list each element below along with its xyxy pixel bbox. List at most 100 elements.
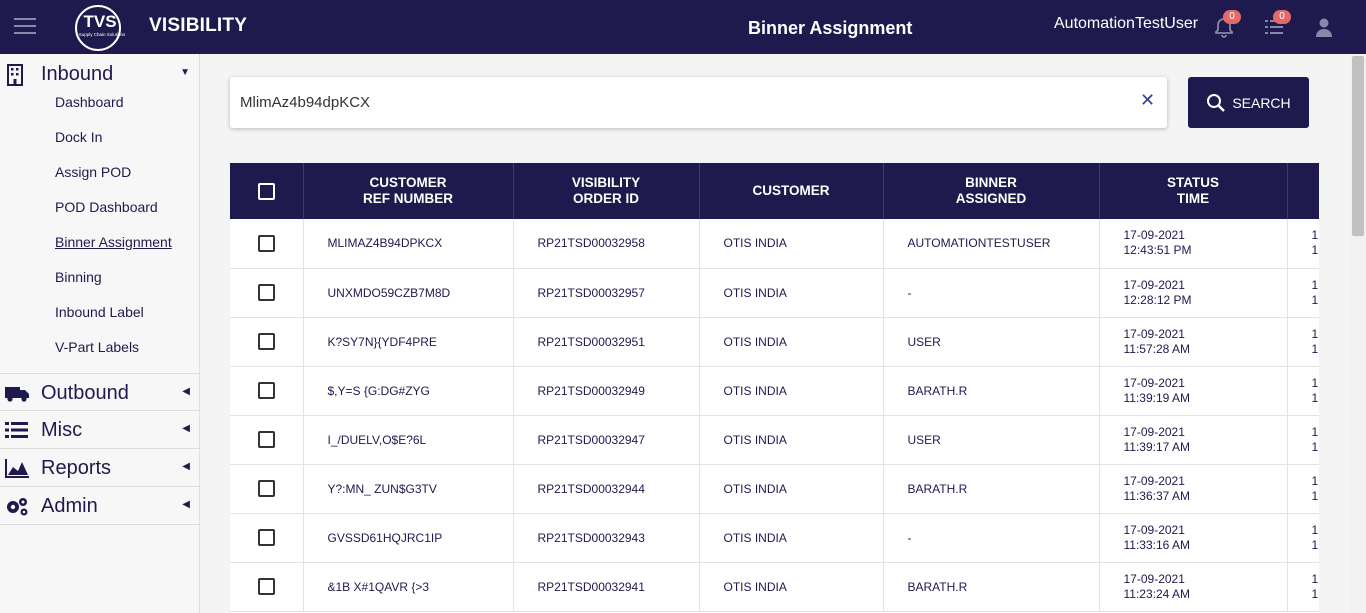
table-row[interactable]: $,Y=S {G:DG#ZYG RP21TSD00032949 OTIS IND… [230, 366, 1319, 416]
user-name[interactable]: AutomationTestUser [1054, 15, 1198, 33]
cell-customer-ref: MLIMAZ4B94DPKCX [303, 219, 514, 269]
sidebar-section-label: Admin [41, 495, 98, 517]
top-bar: TVS Supply Chain Solutions VISIBILITY Bi… [0, 0, 1366, 54]
cell-customer: OTIS INDIA [699, 464, 884, 514]
search-container: ✕ [230, 77, 1167, 128]
table-row[interactable]: MLIMAZ4B94DPKCX RP21TSD00032958 OTIS IND… [230, 219, 1319, 269]
search-icon [1207, 93, 1226, 112]
cell-status-time: 17-09-2021 11:23:24 AM [1099, 562, 1288, 612]
sidebar-section-label: Reports [41, 457, 112, 479]
table-row[interactable]: K?SY7N}{YDF4PRE RP21TSD00032951 OTIS IND… [230, 317, 1319, 367]
truck-icon [4, 382, 30, 404]
cell-status-time: 17-09-2021 11:39:17 AM [1099, 415, 1288, 465]
tvs-logo: TVS Supply Chain Solutions [72, 2, 128, 52]
select-all-checkbox[interactable] [257, 182, 275, 200]
row-checkbox[interactable] [257, 333, 275, 350]
column-header-status-time[interactable]: STATUS TIME [1099, 163, 1288, 219]
row-checkbox[interactable] [257, 234, 275, 252]
cell-order-id: RP21TSD00032941 [513, 562, 700, 612]
cell-status-time: 17-09-2021 12:43:51 PM [1099, 219, 1288, 269]
cell-customer-ref: &1B X#1QAVR {>3 [303, 562, 514, 612]
search-button[interactable]: SEARCH [1188, 77, 1309, 128]
sidebar-item-dock-in[interactable]: Dock In [55, 129, 102, 145]
sidebar-section-label: Inbound [41, 63, 114, 85]
cell-binner: AUTOMATIONTESTUSER [883, 219, 1100, 269]
notification-badge: 0 [1223, 10, 1241, 24]
user-avatar-icon[interactable] [1313, 16, 1335, 38]
close-icon[interactable]: ✕ [1140, 90, 1155, 111]
cell-extra: 11 [1287, 219, 1319, 269]
caret-left-icon: ◀ [182, 386, 190, 397]
caret-left-icon: ◀ [182, 423, 190, 434]
page-scrollbar[interactable] [1350, 54, 1366, 613]
cell-order-id: RP21TSD00032951 [513, 317, 700, 367]
task-list-icon[interactable]: 0 [1263, 10, 1291, 38]
building-icon [4, 63, 30, 86]
column-header-customer[interactable]: CUSTOMER [699, 163, 884, 219]
row-checkbox[interactable] [257, 529, 275, 546]
table-row[interactable]: GVSSD61HQJRC1IP RP21TSD00032943 OTIS IND… [230, 513, 1319, 563]
search-input[interactable] [240, 89, 1120, 115]
table-header-row: CUSTOMER REF NUMBER VISIBILITY ORDER ID CU… [230, 163, 1319, 219]
sidebar-item-dashboard[interactable]: Dashboard [55, 94, 124, 110]
cell-binner: - [883, 268, 1100, 318]
sidebar-item-binning[interactable]: Binning [55, 269, 102, 285]
cell-extra: 11 [1287, 415, 1319, 465]
sidebar-section-admin[interactable]: Admin ◀ [0, 487, 200, 525]
row-checkbox[interactable] [257, 382, 275, 399]
brand-name: VISIBILITY [149, 15, 248, 36]
scrollbar-thumb[interactable] [1352, 56, 1364, 236]
column-header-visibility-order[interactable]: VISIBILITY ORDER ID [513, 163, 700, 219]
cell-binner: BARATH.R [883, 464, 1100, 514]
binner-table: CUSTOMER REF NUMBER VISIBILITY ORDER ID CU… [230, 163, 1319, 613]
cell-customer: OTIS INDIA [699, 415, 884, 465]
list-icon [4, 419, 30, 441]
row-checkbox[interactable] [257, 480, 275, 497]
page-title: Binner Assignment [748, 18, 913, 38]
table-row[interactable]: Y?:MN_ ZUN$G3TV RP21TSD00032944 OTIS IND… [230, 464, 1319, 514]
table-row[interactable]: &1B X#1QAVR {>3 RP21TSD00032941 OTIS IND… [230, 562, 1319, 612]
sidebar-item-assign-pod[interactable]: Assign POD [55, 164, 131, 180]
main-content: ✕ SEARCH CUSTOMERREF NUMBER VISIBILITYOR… [200, 54, 1350, 613]
sidebar-section-reports[interactable]: Reports ◀ [0, 449, 200, 487]
cell-customer-ref: UNXMDO59CZB7M8D [303, 268, 514, 318]
sidebar-item-inbound-label[interactable]: Inbound Label [55, 304, 144, 320]
sidebar-item-binner-assignment[interactable]: Binner Assignment [55, 234, 172, 250]
cell-extra: 11 [1287, 317, 1319, 367]
table-row[interactable]: UNXMDO59CZB7M8D RP21TSD00032957 OTIS IND… [230, 268, 1319, 318]
sidebar-item-pod-dashboard[interactable]: POD Dashboard [55, 199, 158, 215]
cell-order-id: RP21TSD00032958 [513, 219, 700, 269]
row-checkbox[interactable] [257, 431, 275, 448]
sidebar: Inbound ▼ Dashboard Dock In Assign POD P… [0, 54, 200, 613]
cell-extra: 11 [1287, 464, 1319, 514]
cell-binner: BARATH.R [883, 366, 1100, 416]
sidebar-item-v-part-labels[interactable]: V-Part Labels [55, 339, 139, 355]
cell-binner: USER [883, 415, 1100, 465]
row-checkbox[interactable] [257, 284, 275, 301]
area-chart-icon [4, 457, 30, 479]
cell-status-time: 17-09-2021 11:36:37 AM [1099, 464, 1288, 514]
sidebar-section-outbound[interactable]: Outbound ◀ [0, 373, 200, 411]
caret-left-icon: ◀ [182, 499, 190, 510]
logo-text: TVS [83, 12, 116, 31]
cell-customer: OTIS INDIA [699, 317, 884, 367]
column-header-binner-assigned[interactable]: BINNER ASSIGNED [883, 163, 1100, 219]
cell-customer: OTIS INDIA [699, 268, 884, 318]
bell-icon[interactable]: 0 [1213, 10, 1241, 38]
cell-order-id: RP21TSD00032949 [513, 366, 700, 416]
table-row[interactable]: I_/DUELV,O$E?6L RP21TSD00032947 OTIS IND… [230, 415, 1319, 465]
cell-extra: 11 [1287, 562, 1319, 612]
sidebar-section-misc[interactable]: Misc ◀ [0, 411, 200, 449]
column-header-customer-ref[interactable]: CUSTOMER REF NUMBER [303, 163, 514, 219]
cell-customer-ref: GVSSD61HQJRC1IP [303, 513, 514, 563]
cell-binner: BARATH.R [883, 562, 1100, 612]
sidebar-section-inbound[interactable]: Inbound ▼ [0, 55, 200, 93]
hamburger-menu-icon[interactable] [14, 18, 36, 36]
cell-order-id: RP21TSD00032943 [513, 513, 700, 563]
cell-binner: USER [883, 317, 1100, 367]
select-all-cell [230, 163, 304, 219]
row-checkbox[interactable] [257, 578, 275, 595]
cell-customer-ref: I_/DUELV,O$E?6L [303, 415, 514, 465]
column-header-more [1287, 163, 1319, 219]
cell-status-time: 17-09-2021 11:39:19 AM [1099, 366, 1288, 416]
